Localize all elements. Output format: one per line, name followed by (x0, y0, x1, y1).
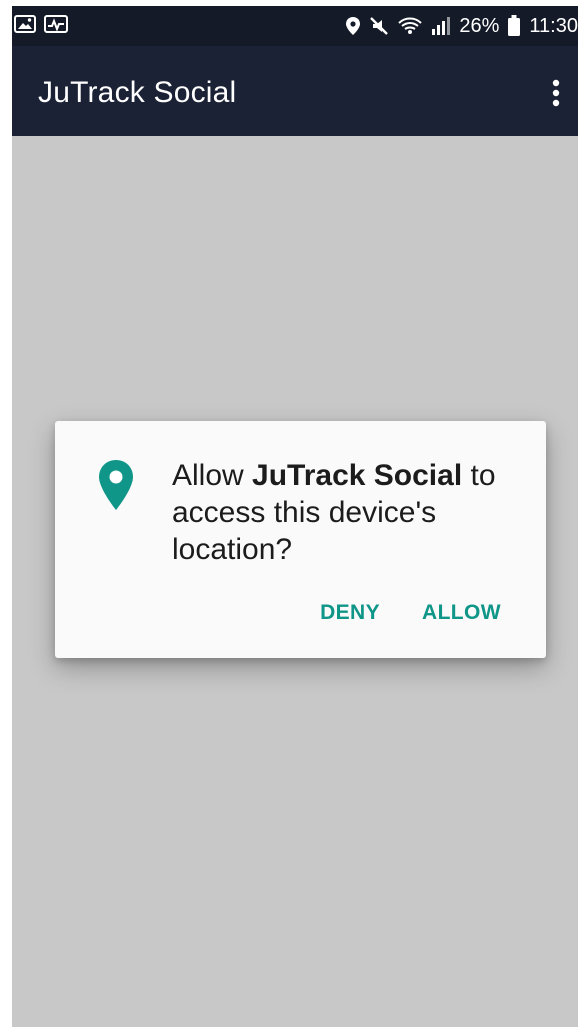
app-screen: 26% 11:30 JuTrack Social Allow JuTrack S… (12, 6, 578, 1027)
image-icon (14, 14, 36, 34)
battery-icon (507, 15, 521, 37)
more-vert-icon[interactable] (542, 75, 570, 111)
dialog-actions: DENY ALLOW (302, 589, 546, 637)
mute-icon (369, 16, 389, 36)
location-permission-dialog: Allow JuTrack Social to access this devi… (55, 421, 546, 658)
battery-percent: 26% (459, 15, 500, 37)
activity-icon (44, 14, 68, 34)
status-right-icons: 26% 11:30 (345, 12, 578, 40)
dialog-app-name: JuTrack Social (252, 459, 463, 492)
app-bar: JuTrack Social (12, 46, 578, 136)
app-title: JuTrack Social (38, 76, 237, 109)
status-time: 11:30 (529, 15, 578, 37)
location-icon (345, 16, 361, 36)
wifi-icon (397, 16, 423, 36)
status-bar: 26% 11:30 (12, 6, 578, 46)
status-left-icons (14, 14, 68, 34)
deny-button[interactable]: DENY (302, 591, 398, 635)
location-pin-icon (98, 459, 134, 511)
signal-icon (431, 16, 451, 36)
dialog-message: Allow JuTrack Social to access this devi… (172, 457, 522, 568)
message-prefix: Allow (172, 459, 253, 492)
allow-button[interactable]: ALLOW (404, 591, 519, 635)
